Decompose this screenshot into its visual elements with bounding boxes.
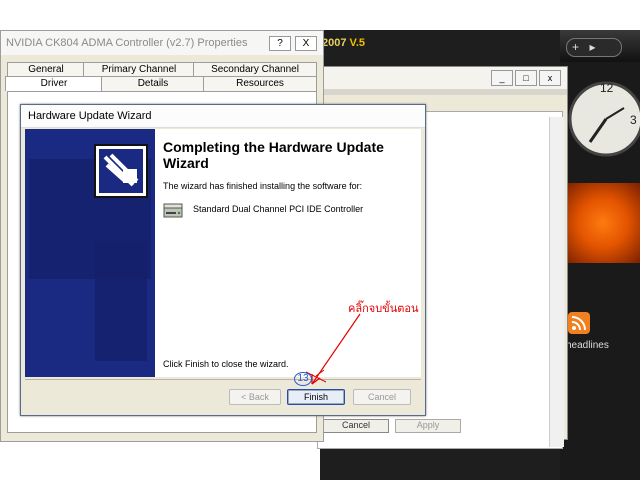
wizard-separator bbox=[25, 379, 421, 380]
version-year: 2007 bbox=[322, 37, 347, 49]
properties-title: NVIDIA CK804 ADMA Controller (v2.7) Prop… bbox=[6, 37, 248, 49]
wizard-closing-text: Click Finish to close the wizard. bbox=[163, 359, 289, 369]
wizard-side-panel bbox=[25, 129, 155, 377]
tab-driver[interactable]: Driver bbox=[5, 76, 103, 91]
middle-window-titlebar: _ □ x bbox=[309, 67, 567, 89]
middle-window-toolbar bbox=[309, 89, 567, 95]
tab-details[interactable]: Details bbox=[101, 76, 205, 91]
installed-device-name: Standard Dual Channel PCI IDE Controller bbox=[193, 204, 364, 214]
wizard-heading: Completing the Hardware Update Wizard bbox=[163, 139, 384, 171]
close-button[interactable]: x bbox=[539, 70, 561, 86]
clock-numeral-12: 12 bbox=[600, 81, 614, 95]
tab-primary-channel[interactable]: Primary Channel bbox=[83, 62, 195, 77]
tab-secondary-channel[interactable]: Secondary Channel bbox=[193, 62, 317, 77]
middle-apply-button[interactable]: Apply bbox=[395, 419, 461, 433]
help-button[interactable]: ? bbox=[269, 36, 291, 51]
clock-gadget[interactable]: 12 3 bbox=[566, 72, 640, 166]
middle-cancel-button[interactable]: Cancel bbox=[323, 419, 389, 433]
maximize-button[interactable]: □ bbox=[515, 70, 537, 86]
wizard-description: The wizard has finished installing the s… bbox=[163, 181, 363, 191]
rss-icon[interactable] bbox=[568, 312, 590, 334]
annotation-instruction: คลิ๊กจบขั้นตอน bbox=[348, 303, 419, 315]
properties-close-button[interactable]: X bbox=[295, 36, 317, 51]
finish-button[interactable]: Finish bbox=[287, 389, 345, 405]
step-number-badge: 13 bbox=[294, 372, 312, 386]
wizard-cancel-button[interactable]: Cancel bbox=[353, 389, 411, 405]
ide-controller-icon bbox=[163, 203, 183, 218]
window-controls: _ □ x bbox=[489, 70, 561, 86]
background-window-version: 2007 V.5 bbox=[322, 37, 365, 49]
tab-resources[interactable]: Resources bbox=[203, 76, 317, 91]
wizard-content: Completing the Hardware Update Wizard Th… bbox=[155, 129, 421, 377]
vertical-scrollbar[interactable] bbox=[549, 117, 564, 447]
hardware-update-wizard: Hardware Update Wizard Completing the Ha… bbox=[20, 104, 426, 416]
sidebar-next-button[interactable]: ▸ bbox=[584, 39, 601, 56]
slideshow-gadget[interactable] bbox=[566, 183, 640, 263]
wizard-hardware-icon bbox=[29, 144, 151, 361]
feed-headlines-label[interactable]: headlines bbox=[566, 340, 609, 351]
sidebar-controls: + ▸ bbox=[566, 38, 622, 57]
add-gadget-button[interactable]: + bbox=[567, 39, 584, 56]
rss-feed-icon bbox=[571, 316, 586, 331]
wizard-title: Hardware Update Wizard bbox=[28, 110, 152, 122]
back-button[interactable]: < Back bbox=[229, 389, 281, 405]
clock-numeral-3: 3 bbox=[630, 113, 637, 127]
minimize-button[interactable]: _ bbox=[491, 70, 513, 86]
tab-general[interactable]: General bbox=[7, 62, 85, 77]
version-suffix: V.5 bbox=[349, 37, 366, 49]
